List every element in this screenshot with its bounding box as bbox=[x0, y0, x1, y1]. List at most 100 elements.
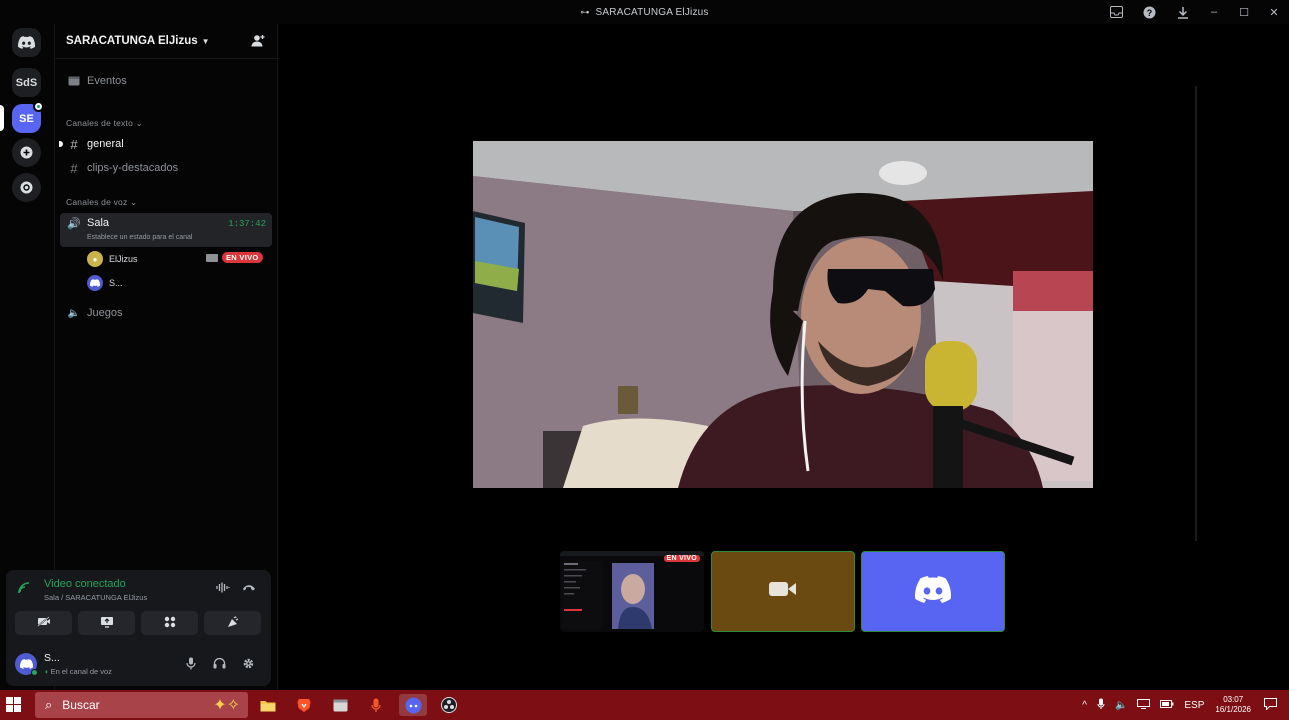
noise-suppression-icon[interactable] bbox=[216, 582, 230, 596]
download-icon[interactable] bbox=[1166, 0, 1199, 24]
voice-channel-juegos-label: Juegos bbox=[87, 307, 123, 319]
webcam-feed-image bbox=[473, 141, 1093, 488]
channel-clips[interactable]: # clips-y-destacados bbox=[60, 157, 272, 179]
activities-icon bbox=[164, 616, 176, 631]
discover-icon[interactable] bbox=[12, 173, 41, 202]
participant-tile[interactable] bbox=[861, 551, 1005, 632]
chevron-down-icon: ⌄ bbox=[135, 118, 143, 128]
microphone-icon[interactable] bbox=[186, 657, 196, 673]
current-user[interactable] bbox=[15, 653, 38, 676]
video-camera-icon bbox=[768, 579, 798, 604]
battery-icon[interactable] bbox=[1160, 699, 1174, 711]
voice-channel-sala[interactable]: 🔊 Sala 1:37:42 Establece un estado para … bbox=[60, 213, 272, 247]
live-badge: EN VIVO bbox=[663, 555, 700, 562]
stream-preview-tile[interactable]: EN VIVO bbox=[560, 551, 704, 632]
signal-icon[interactable] bbox=[18, 582, 30, 597]
current-user-status-text: En el canal de voz bbox=[50, 667, 112, 676]
app-window-icon[interactable] bbox=[326, 694, 354, 716]
voice-category[interactable]: Canales de voz ⌄ bbox=[66, 197, 137, 208]
video-stage: EN VIVO bbox=[279, 24, 1289, 690]
voice-connection-panel: Video conectado Sala / SARACATUNGA ElJiz… bbox=[6, 570, 271, 686]
text-category[interactable]: Canales de texto ⌄ bbox=[66, 118, 143, 129]
window-title: ⊶ SARACATUNGA ElJizus bbox=[0, 7, 1289, 18]
search-icon: ⌕ bbox=[45, 697, 53, 712]
file-explorer-icon[interactable] bbox=[254, 694, 282, 716]
headphones-icon[interactable] bbox=[213, 657, 226, 672]
clock-date: 16/1/2026 bbox=[1215, 705, 1251, 714]
language-indicator[interactable]: ESP bbox=[1184, 700, 1204, 711]
invite-people-icon[interactable] bbox=[251, 34, 265, 50]
brave-browser-icon[interactable] bbox=[290, 694, 318, 716]
current-user-name: S... bbox=[44, 652, 60, 664]
title-bar: ⊶ SARACATUNGA ElJizus ? – ☐ ✕ bbox=[0, 0, 1289, 24]
stream-preview-image bbox=[560, 551, 704, 632]
voice-channel-juegos[interactable]: 🔈 Juegos bbox=[60, 302, 272, 324]
stage-scrollbar[interactable] bbox=[1195, 86, 1197, 541]
chevron-up-icon[interactable]: ^ bbox=[1082, 700, 1087, 711]
voice-channel-name: Sala bbox=[87, 217, 110, 229]
recorder-microphone-icon[interactable] bbox=[362, 694, 390, 716]
screen-share-icon bbox=[100, 616, 114, 631]
live-badge: EN VIVO bbox=[222, 252, 263, 263]
volume-icon[interactable]: 🔈 bbox=[1115, 700, 1127, 711]
live-indicator: EN VIVO bbox=[206, 252, 263, 263]
avatar bbox=[87, 275, 103, 291]
server-se-label: SE bbox=[19, 112, 34, 125]
hashtag-icon: # bbox=[70, 160, 78, 176]
selected-server-pill bbox=[0, 105, 4, 131]
microphone-tray-icon[interactable] bbox=[1097, 698, 1105, 712]
unread-indicator bbox=[59, 141, 63, 147]
current-user-status: ◖ En el canal de voz bbox=[44, 667, 112, 676]
channel-general[interactable]: # general bbox=[59, 133, 272, 155]
voice-user-eljizus[interactable]: ● ElJizus bbox=[87, 249, 138, 269]
channel-general-label: general bbox=[87, 138, 124, 150]
sparkle-icon: ✦✧ bbox=[213, 697, 240, 714]
server-se[interactable]: SE bbox=[12, 101, 44, 133]
voice-user-name: ElJizus bbox=[109, 254, 138, 264]
voice-category-label: Canales de voz bbox=[66, 197, 128, 207]
discord-taskbar-icon[interactable] bbox=[399, 694, 427, 716]
channel-clips-label: clips-y-destacados bbox=[87, 162, 179, 174]
close-icon[interactable]: ✕ bbox=[1259, 0, 1289, 24]
obs-studio-icon[interactable] bbox=[435, 694, 463, 716]
help-icon[interactable]: ? bbox=[1133, 0, 1166, 24]
camera-tile[interactable] bbox=[711, 551, 855, 632]
taskbar-search[interactable]: ⌕ Buscar ✦✧ bbox=[35, 692, 248, 718]
chevron-down-icon: ⌄ bbox=[129, 197, 138, 207]
live-status-dot bbox=[33, 101, 44, 112]
screen-share-button[interactable] bbox=[78, 611, 135, 635]
voice-status-title: Video conectado bbox=[44, 578, 126, 590]
soundboard-button[interactable] bbox=[204, 611, 261, 635]
clock[interactable]: 03:07 16/1/2026 bbox=[1215, 695, 1251, 715]
main-video-stream[interactable] bbox=[473, 141, 1093, 488]
chevron-down-icon: ▼ bbox=[201, 36, 210, 46]
server-header[interactable]: SARACATUNGA ElJizus ▼ bbox=[55, 24, 279, 58]
discord-home-icon[interactable] bbox=[12, 28, 41, 57]
notifications-icon[interactable] bbox=[1264, 697, 1277, 713]
camera-off-icon bbox=[36, 616, 51, 630]
voice-timer: 1:37:42 bbox=[228, 219, 266, 229]
maximize-icon[interactable]: ☐ bbox=[1229, 0, 1259, 24]
events-item[interactable]: Eventos bbox=[60, 70, 272, 92]
windows-start-icon[interactable] bbox=[6, 697, 22, 713]
events-label: Eventos bbox=[87, 75, 127, 87]
avatar bbox=[15, 653, 38, 676]
add-server-icon[interactable] bbox=[12, 138, 41, 167]
server-name: SARACATUNGA ElJizus bbox=[66, 35, 198, 47]
disconnect-icon[interactable] bbox=[242, 582, 256, 594]
voice-channel-status[interactable]: Establece un estado para el canal bbox=[87, 234, 192, 241]
server-sds[interactable]: SdS bbox=[12, 68, 41, 97]
voice-user-s[interactable]: S... bbox=[87, 273, 123, 293]
camera-off-button[interactable] bbox=[15, 611, 72, 635]
voice-status-subtitle[interactable]: Sala / SARACATUNGA ElJizus bbox=[44, 593, 147, 602]
settings-gear-icon[interactable] bbox=[242, 657, 255, 673]
header-divider bbox=[55, 58, 279, 59]
clock-time: 03:07 bbox=[1223, 695, 1244, 704]
network-icon[interactable] bbox=[1137, 698, 1151, 712]
activities-button[interactable] bbox=[141, 611, 198, 635]
minimize-icon[interactable]: – bbox=[1199, 0, 1229, 24]
system-tray: ^ 🔈 ESP 03:07 16/1/2026 bbox=[1077, 690, 1289, 720]
inbox-icon[interactable] bbox=[1100, 0, 1133, 24]
speaker-icon: 🔈 bbox=[67, 307, 81, 319]
server-sds-label: SdS bbox=[15, 76, 38, 89]
